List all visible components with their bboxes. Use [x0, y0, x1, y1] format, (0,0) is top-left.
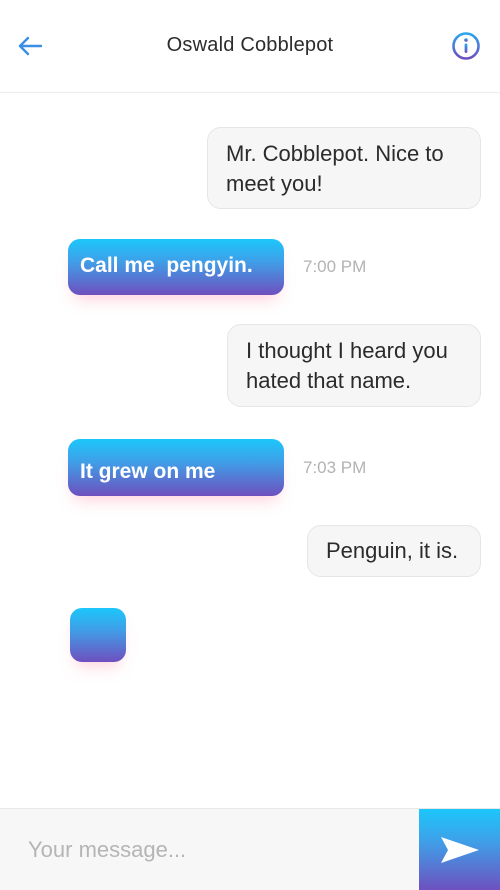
send-button[interactable] [419, 809, 500, 890]
message-timestamp: 7:00 PM [303, 257, 367, 276]
message-input[interactable] [0, 809, 418, 890]
incoming-message: Penguin, it is. [307, 525, 481, 577]
back-button[interactable] [10, 28, 50, 64]
message-composer [0, 808, 500, 890]
info-button[interactable] [448, 28, 484, 64]
incoming-message: I thought I heard you hated that name. [227, 324, 481, 407]
message-text-line: Mr. Cobblepot. Nice to [226, 141, 444, 166]
message-text: Call me pengyin. [80, 254, 253, 277]
paper-plane-send-icon [440, 837, 479, 863]
outgoing-message: It grew on me [68, 439, 284, 496]
chat-screen: Oswald Cobblepot Mr. Cobblepot. Nice to … [0, 0, 500, 890]
chat-header: Oswald Cobblepot [0, 0, 500, 93]
message-text-line: meet you! [226, 171, 323, 196]
arrow-left-icon [18, 36, 43, 56]
incoming-message: Mr. Cobblepot. Nice to meet you! [207, 127, 481, 209]
typing-indicator [70, 608, 126, 662]
message-text-line: I thought I heard you [246, 338, 448, 363]
message-timestamp: 7:03 PM [303, 458, 367, 477]
message-text: It grew on me [80, 460, 216, 483]
contact-name: Oswald Cobblepot [166, 34, 334, 56]
message-text: Penguin, it is. [326, 538, 459, 563]
message-text-line: hated that name. [246, 368, 412, 393]
outgoing-message: Call me pengyin. [68, 239, 284, 295]
info-circle-icon [452, 32, 480, 60]
